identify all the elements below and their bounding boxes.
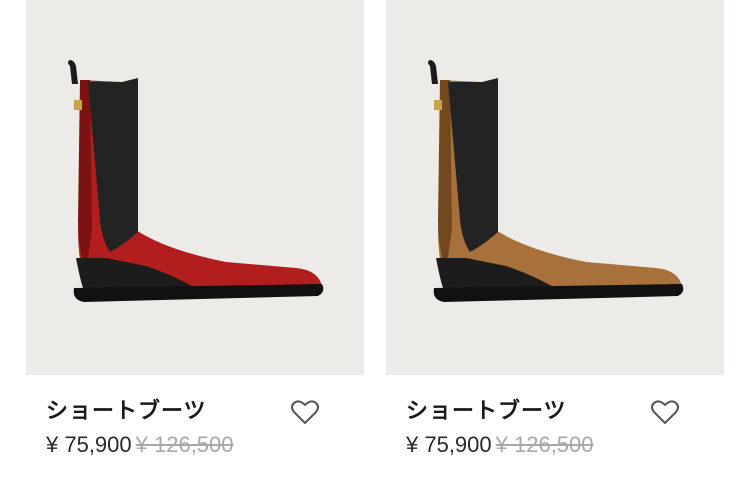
original-price: ¥ 126,500	[495, 432, 594, 457]
product-grid: ショートブーツ ¥ 75,900 ¥ 126,500 ショートブーツ ¥ 75,…	[0, 0, 750, 487]
heart-outline-icon[interactable]	[290, 398, 320, 426]
heart-outline-icon[interactable]	[650, 398, 680, 426]
price-row: ¥ 75,900 ¥ 126,500	[46, 432, 234, 458]
boot-illustration	[428, 60, 684, 302]
product-image[interactable]	[26, 0, 364, 375]
product-card[interactable]: ショートブーツ ¥ 75,900 ¥ 126,500	[26, 0, 364, 487]
sale-price: ¥ 75,900	[46, 432, 132, 457]
sale-price: ¥ 75,900	[406, 432, 492, 457]
product-card[interactable]: ショートブーツ ¥ 75,900 ¥ 126,500	[386, 0, 724, 487]
price-row: ¥ 75,900 ¥ 126,500	[406, 432, 594, 458]
product-name[interactable]: ショートブーツ	[46, 393, 207, 425]
boot-illustration	[68, 60, 324, 302]
original-price: ¥ 126,500	[135, 432, 234, 457]
product-name[interactable]: ショートブーツ	[406, 393, 567, 425]
product-image[interactable]	[386, 0, 724, 375]
